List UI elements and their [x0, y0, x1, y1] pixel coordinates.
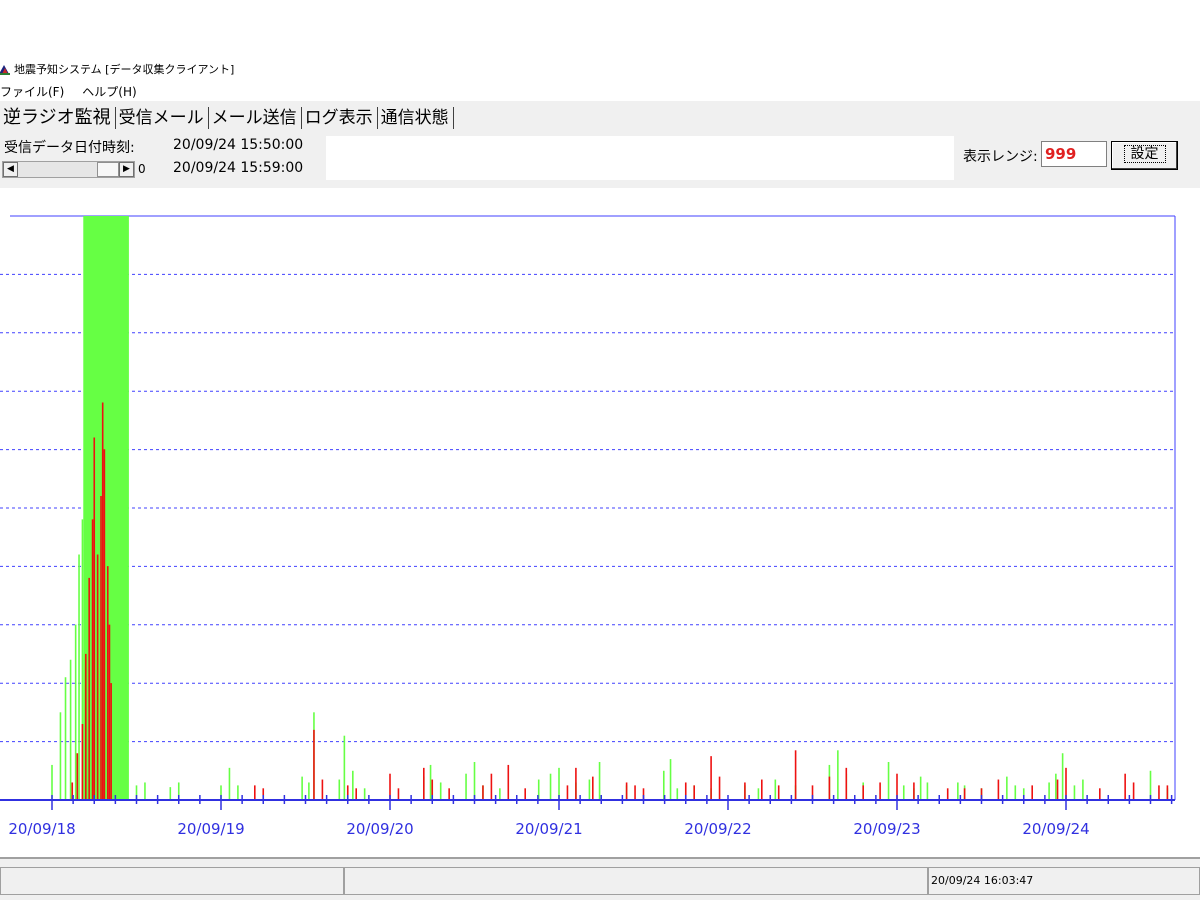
title-bar: 地震予知システム [データ収集クライアント] — [0, 58, 400, 80]
x-axis-label: 20/09/20 — [346, 820, 413, 838]
message-area — [326, 136, 954, 180]
tab-received-mail[interactable]: 受信メール — [116, 107, 209, 129]
x-axis-label: 20/09/19 — [177, 820, 244, 838]
scroll-thumb[interactable] — [97, 162, 119, 177]
status-panel-1 — [0, 867, 344, 895]
status-bar: 20/09/24 16:03:47 — [0, 857, 1200, 900]
menu-file[interactable]: ファイル(F) — [0, 83, 64, 100]
scroll-value: 0 — [138, 162, 146, 176]
monitor-chart: 20/09/18 20/09/19 20/09/20 20/09/21 20/09/22… — [0, 215, 1176, 838]
menu-help[interactable]: ヘルプ(H) — [82, 83, 136, 100]
chart-area: 20/09/18 20/09/19 20/09/20 20/09/21 20/09/22… — [0, 188, 1200, 856]
tab-send-mail[interactable]: メール送信 — [209, 107, 302, 129]
x-axis-label: 20/09/24 — [1022, 820, 1089, 838]
time-end-value: 20/09/24 15:59:00 — [173, 160, 304, 176]
tab-connection-status[interactable]: 通信状態 — [378, 107, 454, 129]
time-scrollbar[interactable]: ◀ ▶ — [2, 161, 135, 178]
time-start-value: 20/09/24 15:50:00 — [173, 137, 304, 153]
set-button-label: 設定 — [1123, 145, 1166, 163]
received-datetime-label: 受信データ日付時刻: — [4, 140, 135, 156]
window-title: 地震予知システム [データ収集クライアント] — [14, 63, 235, 76]
x-axis-label: 20/09/18 — [8, 820, 75, 838]
menu-bar: ファイル(F) ヘルプ(H) — [0, 82, 600, 100]
status-timestamp: 20/09/24 16:03:47 — [928, 867, 1200, 895]
tab-strip: 逆ラジオ監視 受信メール メール送信 ログ表示 通信状態 — [0, 104, 454, 132]
x-axis-label: 20/09/22 — [684, 820, 751, 838]
tab-reverse-radio-monitor[interactable]: 逆ラジオ監視 — [0, 107, 116, 129]
scroll-right-icon[interactable]: ▶ — [119, 162, 134, 177]
tab-log-view[interactable]: ログ表示 — [302, 107, 378, 129]
app-icon — [0, 65, 10, 75]
x-axis-label: 20/09/23 — [853, 820, 920, 838]
set-button[interactable]: 設定 — [1111, 141, 1178, 170]
display-range-input[interactable]: 999 — [1041, 141, 1107, 167]
status-panel-2 — [344, 867, 928, 895]
display-range-label: 表示レンジ: — [963, 149, 1038, 165]
scroll-left-icon[interactable]: ◀ — [3, 162, 18, 177]
x-axis-label: 20/09/21 — [515, 820, 582, 838]
